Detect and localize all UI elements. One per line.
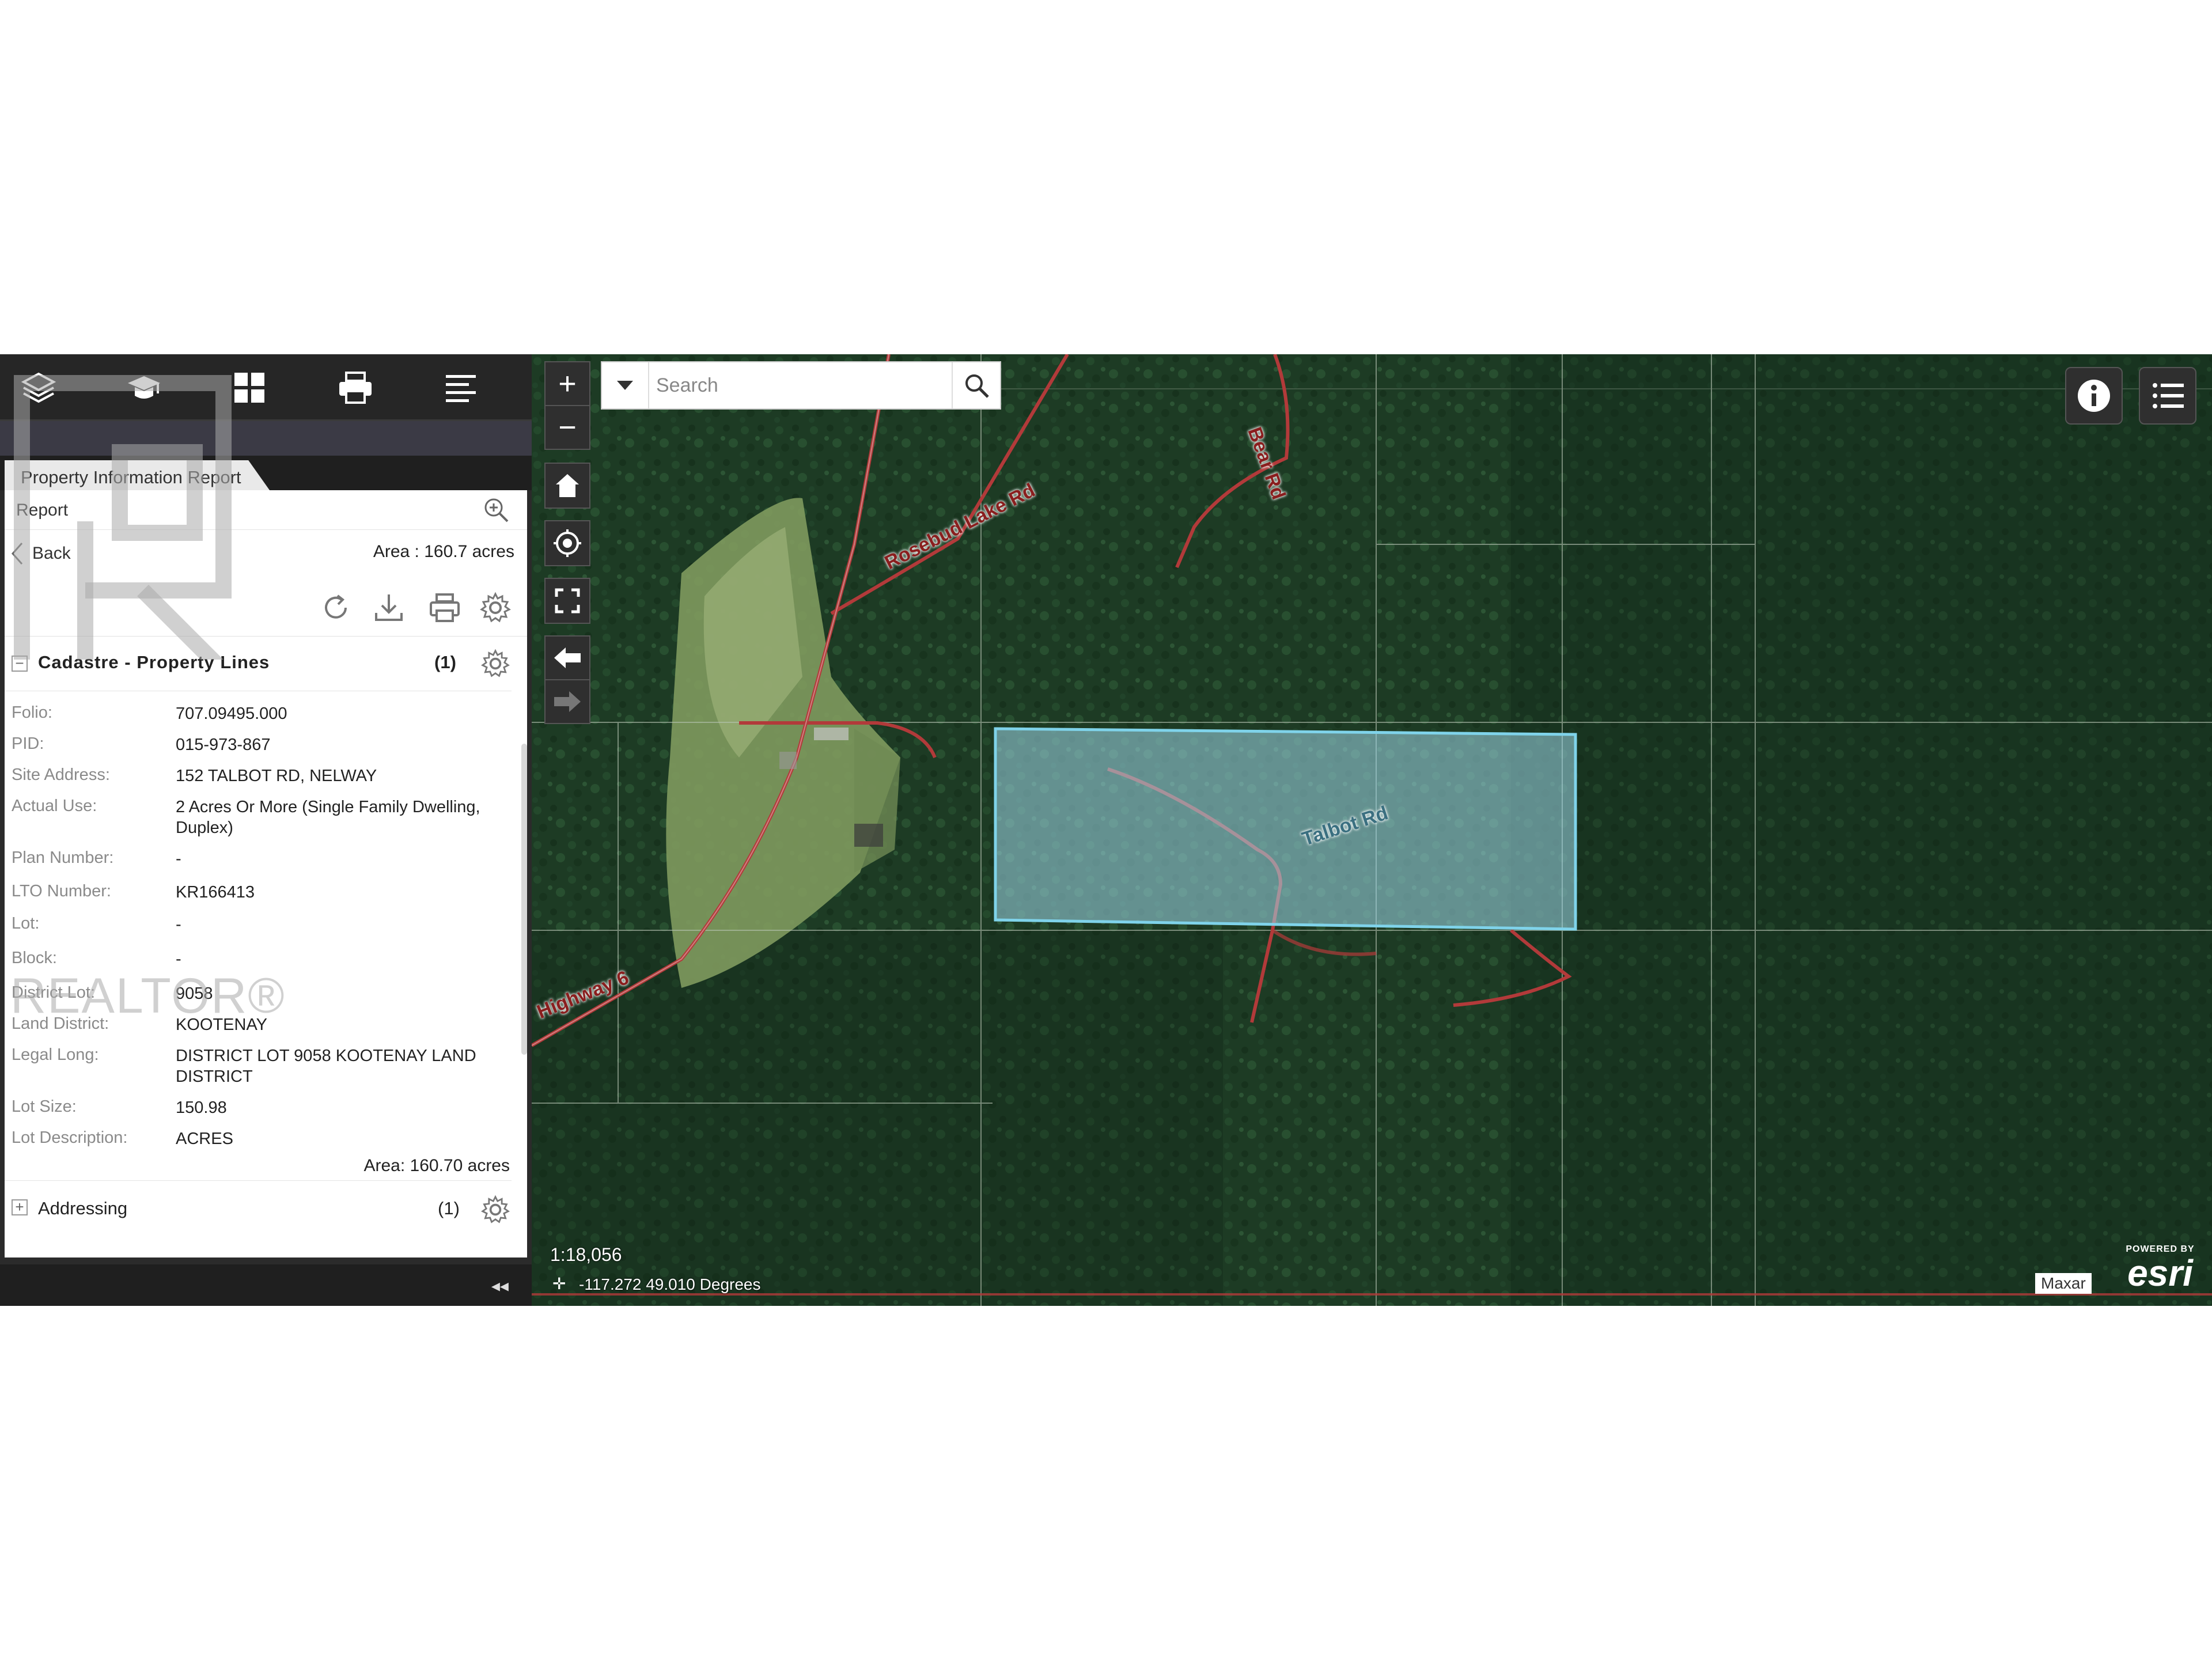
tab-label: Property Information Report	[21, 467, 241, 487]
cadastre-header[interactable]: − Cadastre - Property Lines (1)	[5, 636, 512, 691]
layers-icon[interactable]	[13, 365, 65, 411]
attr-key: Block:	[12, 949, 57, 967]
crosshair-icon: ✛	[552, 1275, 566, 1293]
sidebar: Property Information Report Report Back …	[0, 354, 532, 1306]
fullscreen-icon	[555, 588, 580, 613]
attr-value: -	[176, 850, 181, 868]
tab-property-information-report[interactable]: Property Information Report	[5, 460, 270, 490]
attr-value: KOOTENAY	[176, 1016, 267, 1034]
attr-key: LTO Number:	[12, 882, 111, 900]
back-row: Back Area : 160.7 acres	[5, 529, 527, 575]
attr-value: DISTRICT LOT 9058 KOOTENAY LAND DISTRICT	[176, 1047, 476, 1086]
esri-logo: POWERED BY esri	[2114, 1244, 2206, 1291]
print-report-icon[interactable]	[427, 590, 462, 625]
cadastre-title: Cadastre - Property Lines	[38, 652, 270, 672]
attr-value: 150.98	[176, 1099, 227, 1117]
gis-app: Property Information Report Report Back …	[0, 354, 2212, 1306]
attr-key: Actual Use:	[12, 797, 97, 815]
legend-list-button[interactable]	[2139, 367, 2196, 425]
search-icon	[965, 374, 989, 398]
search-source-dropdown[interactable]	[602, 362, 649, 408]
attr-key: Legal Long:	[12, 1046, 99, 1064]
next-extent-button[interactable]	[544, 679, 590, 724]
addressing-title: Addressing	[38, 1198, 128, 1218]
selected-parcel[interactable]	[994, 727, 1577, 931]
attr-value: 015-973-867	[176, 736, 271, 754]
addressing-settings-icon[interactable]	[480, 1195, 510, 1228]
map-view[interactable]: Rosebud Lake Rd Bear Rd Talbot Rd Highwa…	[532, 354, 2212, 1306]
coordinate-readout: -117.272 49.010 Degrees	[579, 1275, 761, 1293]
addressing-count: (1)	[438, 1198, 460, 1218]
attr-key: PID:	[12, 734, 44, 753]
expand-toggle[interactable]: +	[12, 1199, 28, 1215]
attr-key: District Lot:	[12, 983, 96, 1002]
attr-value: 707.09495.000	[176, 704, 287, 723]
area-summary: Area : 160.7 acres	[373, 542, 514, 561]
search-input[interactable]	[655, 367, 945, 404]
back-label: Back	[32, 544, 71, 563]
chevron-left-icon	[11, 543, 23, 565]
panel-tabbar: Property Information Report	[0, 456, 532, 490]
satellite-imagery[interactable]	[532, 354, 2212, 1306]
list-icon	[2153, 383, 2184, 408]
attr-key: Lot:	[12, 914, 40, 933]
attr-key: Land District:	[12, 1014, 109, 1033]
attr-value: 152 TALBOT RD, NELWAY	[176, 767, 377, 785]
attr-key: Plan Number:	[12, 849, 114, 867]
attr-value: KR166413	[176, 883, 255, 902]
attr-key: Lot Size:	[12, 1097, 77, 1116]
attr-key: Folio:	[12, 703, 52, 722]
printer-icon[interactable]	[329, 365, 381, 411]
attr-value: 2 Acres Or More (Single Family Dwelling,…	[176, 798, 480, 837]
previous-extent-button[interactable]	[544, 635, 590, 680]
arrow-left-icon	[554, 647, 581, 668]
icon-toolbar	[0, 354, 532, 421]
download-icon[interactable]	[372, 590, 406, 625]
menu-icon[interactable]	[435, 365, 487, 411]
addressing-header[interactable]: + Addressing (1)	[5, 1180, 512, 1236]
settings-gear-icon[interactable]	[478, 590, 513, 625]
graduation-cap-icon[interactable]	[118, 365, 170, 411]
home-button[interactable]	[544, 463, 590, 509]
attr-value: -	[176, 950, 181, 968]
search-button[interactable]	[952, 362, 1000, 408]
zoom-search-icon[interactable]	[482, 496, 510, 527]
imagery-attribution: Maxar	[2035, 1273, 2092, 1294]
arrow-right-icon	[554, 691, 581, 712]
back-button[interactable]: Back	[10, 541, 71, 566]
attr-value: 9058	[176, 984, 213, 1003]
caret-down-icon	[617, 381, 633, 390]
search-widget	[601, 361, 1001, 410]
attr-key: Lot Description:	[12, 1128, 128, 1147]
info-icon	[2078, 380, 2110, 412]
report-panel: Report Back Area : 160.7 acres − Cadastr…	[5, 490, 527, 1257]
locate-button[interactable]	[544, 520, 590, 566]
grid-icon[interactable]	[224, 365, 275, 411]
area-footer: Area: 160.70 acres	[363, 1156, 510, 1175]
cadastre-count: (1)	[434, 652, 456, 672]
panel-scrollbar[interactable]	[521, 744, 527, 1055]
report-label: Report	[16, 501, 69, 520]
esri-wordmark: esri	[2127, 1252, 2193, 1294]
zoom-out-button[interactable]: −	[544, 405, 590, 450]
locate-icon	[554, 529, 581, 557]
zoom-in-button[interactable]: +	[544, 361, 590, 406]
fullscreen-button[interactable]	[544, 578, 590, 624]
collapse-toggle[interactable]: −	[12, 656, 28, 672]
report-row: Report	[5, 490, 527, 530]
attr-value: -	[176, 915, 181, 934]
home-icon	[556, 474, 579, 497]
collapse-panel-button[interactable]: ◂◂	[491, 1276, 509, 1296]
cadastre-settings-icon[interactable]	[480, 649, 510, 681]
action-row	[5, 575, 527, 637]
attr-key: Site Address:	[12, 766, 110, 784]
map-scale: 1:18,056	[550, 1244, 622, 1265]
refresh-icon[interactable]	[319, 590, 353, 625]
sidebar-footer: ◂◂	[0, 1264, 532, 1306]
toolbar-strip	[0, 421, 532, 456]
info-button[interactable]	[2065, 367, 2123, 425]
attr-value: ACRES	[176, 1130, 233, 1148]
